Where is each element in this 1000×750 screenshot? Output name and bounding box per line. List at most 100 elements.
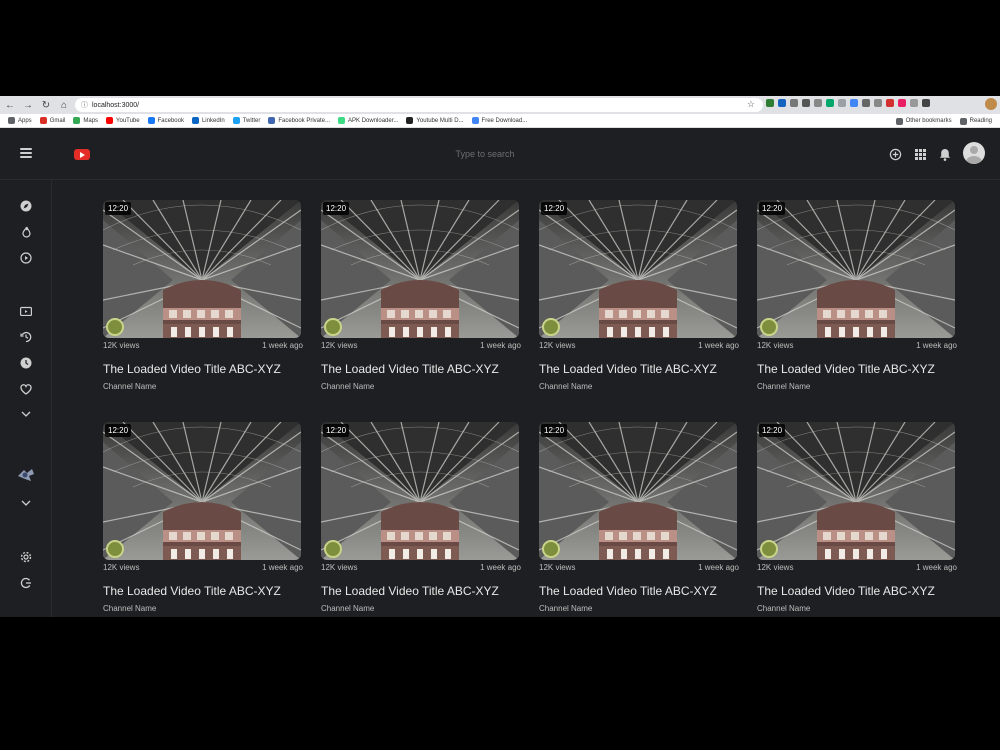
bookmark-label: Facebook Private... <box>278 117 331 124</box>
extension-icon[interactable] <box>898 99 906 107</box>
bookmark-item[interactable]: Facebook <box>147 117 184 124</box>
view-count: 12K views <box>103 341 140 350</box>
video-title[interactable]: The Loaded Video Title ABC-XYZ <box>757 584 957 598</box>
channel-name[interactable]: Channel Name <box>539 604 739 613</box>
upload-time: 1 week ago <box>916 341 957 350</box>
user-avatar[interactable] <box>963 142 985 164</box>
reload-icon[interactable]: ↻ <box>38 97 54 113</box>
logout-icon[interactable] <box>19 576 33 590</box>
extension-icon[interactable] <box>910 99 918 107</box>
bookmark-item[interactable]: Gmail <box>39 117 65 124</box>
channel-avatar[interactable] <box>324 540 342 558</box>
bookmark-item[interactable]: APK Downloader... <box>338 117 398 124</box>
subscriptions-play-icon[interactable] <box>19 251 33 265</box>
video-title[interactable]: The Loaded Video Title ABC-XYZ <box>757 362 957 376</box>
channel-name[interactable]: Channel Name <box>757 382 957 391</box>
trending-fire-icon[interactable] <box>19 225 33 239</box>
show-more-chevron-down-icon[interactable] <box>19 407 33 421</box>
extension-icon[interactable] <box>862 99 870 107</box>
channel-name[interactable]: Channel Name <box>321 604 521 613</box>
video-card[interactable]: 12:20 12K views 1 week ago The Loaded Vi… <box>321 422 521 613</box>
video-card[interactable]: 12:20 12K views 1 week ago The Loaded Vi… <box>103 422 303 613</box>
video-card[interactable]: 12:20 12K views 1 week ago The Loaded Vi… <box>321 200 521 391</box>
extension-icon[interactable] <box>850 99 858 107</box>
explore-compass-icon[interactable] <box>19 199 33 213</box>
shield-extension-icon[interactable] <box>766 99 774 107</box>
back-icon[interactable]: ← <box>2 97 18 113</box>
info-icon[interactable]: ⓘ <box>81 100 88 110</box>
channel-avatar[interactable] <box>542 540 560 558</box>
address-bar[interactable]: ⓘ localhost:3000/ ☆ <box>75 98 763 112</box>
view-count: 12K views <box>103 563 140 572</box>
hamburger-menu-icon[interactable] <box>20 148 32 158</box>
history-icon[interactable] <box>19 330 33 344</box>
bookmark-star-icon[interactable]: ☆ <box>747 99 755 110</box>
channel-avatar[interactable] <box>760 540 778 558</box>
extension-icon[interactable] <box>790 99 798 107</box>
bookmark-item[interactable]: Apps <box>8 117 32 124</box>
bookmark-item[interactable]: Twitter <box>232 117 260 124</box>
expand-subscriptions-chevron-icon[interactable] <box>19 496 33 510</box>
youtube-logo-icon[interactable] <box>74 149 90 160</box>
video-thumbnail[interactable]: 12:20 <box>103 200 301 338</box>
extension-icon[interactable] <box>874 99 882 107</box>
video-title[interactable]: The Loaded Video Title ABC-XYZ <box>321 584 521 598</box>
video-card[interactable]: 12:20 12K views 1 week ago The Loaded Vi… <box>103 200 303 391</box>
home-icon[interactable]: ⌂ <box>56 97 72 113</box>
channel-avatar[interactable] <box>324 318 342 336</box>
video-title[interactable]: The Loaded Video Title ABC-XYZ <box>103 362 303 376</box>
free-download-icon <box>471 117 479 124</box>
bookmark-item[interactable]: Maps <box>73 117 98 124</box>
subscription-channel-avatar[interactable] <box>16 466 36 484</box>
bookmark-item[interactable]: YouTube <box>106 117 140 124</box>
channel-avatar[interactable] <box>760 318 778 336</box>
bookmark-item[interactable]: LinkedIn <box>191 117 225 124</box>
search-input[interactable] <box>380 146 590 162</box>
puzzle-extensions-icon[interactable] <box>922 99 930 107</box>
extension-icon[interactable] <box>802 99 810 107</box>
video-thumbnail[interactable]: 12:20 <box>321 422 519 560</box>
channel-name[interactable]: Channel Name <box>103 382 303 391</box>
library-folder-icon[interactable] <box>19 304 33 318</box>
channel-avatar[interactable] <box>106 318 124 336</box>
bookmark-item[interactable]: Free Download... <box>471 117 527 124</box>
extension-icon[interactable] <box>826 99 834 107</box>
extension-icon[interactable] <box>778 99 786 107</box>
extension-icon[interactable] <box>814 99 822 107</box>
video-card[interactable]: 12:20 12K views 1 week ago The Loaded Vi… <box>757 422 957 613</box>
video-thumbnail[interactable]: 12:20 <box>103 422 301 560</box>
video-card[interactable]: 12:20 12K views 1 week ago The Loaded Vi… <box>539 200 739 391</box>
extension-icon[interactable] <box>838 99 846 107</box>
channel-name[interactable]: Channel Name <box>539 382 739 391</box>
apps-grid-icon[interactable] <box>912 146 928 162</box>
video-card[interactable]: 12:20 12K views 1 week ago The Loaded Vi… <box>757 200 957 391</box>
video-thumbnail[interactable]: 12:20 <box>757 200 955 338</box>
other-bookmarks[interactable]: Other bookmarks <box>895 117 952 125</box>
video-title[interactable]: The Loaded Video Title ABC-XYZ <box>321 362 521 376</box>
liked-videos-heart-icon[interactable] <box>19 382 33 396</box>
create-video-icon[interactable] <box>887 146 903 162</box>
bookmark-item[interactable]: Youtube Multi D... <box>406 117 464 124</box>
watch-later-clock-icon[interactable] <box>19 356 33 370</box>
forward-icon[interactable]: → <box>20 97 36 113</box>
extension-icon[interactable] <box>886 99 894 107</box>
channel-name[interactable]: Channel Name <box>321 382 521 391</box>
bookmark-item[interactable]: Facebook Private... <box>268 117 330 124</box>
channel-name[interactable]: Channel Name <box>103 604 303 613</box>
channel-avatar[interactable] <box>542 318 560 336</box>
video-card[interactable]: 12:20 12K views 1 week ago The Loaded Vi… <box>539 422 739 613</box>
settings-gear-icon[interactable] <box>19 550 33 564</box>
notifications-bell-icon[interactable] <box>937 146 953 162</box>
channel-name[interactable]: Channel Name <box>757 604 957 613</box>
video-thumbnail[interactable]: 12:20 <box>539 200 737 338</box>
browser-profile-avatar[interactable] <box>985 98 997 110</box>
video-thumbnail[interactable]: 12:20 <box>757 422 955 560</box>
video-title[interactable]: The Loaded Video Title ABC-XYZ <box>539 584 739 598</box>
video-thumbnail[interactable]: 12:20 <box>539 422 737 560</box>
channel-avatar[interactable] <box>106 540 124 558</box>
reading-list[interactable]: Reading <box>959 117 992 125</box>
video-title[interactable]: The Loaded Video Title ABC-XYZ <box>539 362 739 376</box>
video-duration-badge: 12:20 <box>541 424 568 437</box>
video-title[interactable]: The Loaded Video Title ABC-XYZ <box>103 584 303 598</box>
video-thumbnail[interactable]: 12:20 <box>321 200 519 338</box>
